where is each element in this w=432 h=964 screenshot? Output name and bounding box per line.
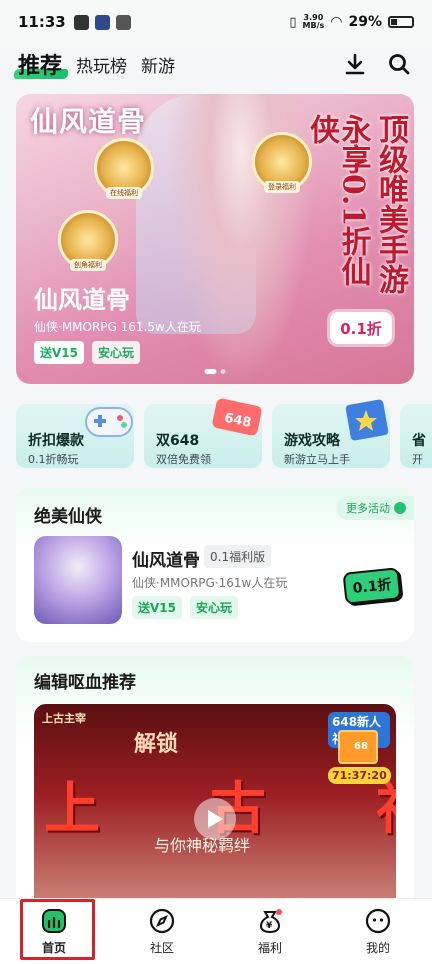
gamepad-icon bbox=[85, 407, 133, 437]
tag-vip: 送V15 bbox=[34, 341, 84, 364]
banner-logo: 仙风道骨 bbox=[30, 105, 147, 138]
game-thumbnail[interactable] bbox=[34, 536, 122, 624]
nav-profile[interactable]: 我的 bbox=[324, 899, 432, 964]
banner-tags: 送V15 安心玩 bbox=[34, 341, 141, 364]
compass-icon bbox=[149, 908, 175, 934]
guide-book-icon bbox=[345, 399, 389, 441]
tab-hot-list[interactable]: 热玩榜 bbox=[76, 52, 127, 77]
quick-entry-title: 双648 bbox=[156, 433, 200, 449]
game-name[interactable]: 仙风道骨 bbox=[132, 546, 200, 571]
quick-entries: 折扣爆款 0.1折畅玩 648 双648 双倍免费领 游戏攻略 新游立马上手 省… bbox=[16, 398, 432, 472]
svg-text:¥: ¥ bbox=[266, 921, 273, 931]
newcomer-gift-widget[interactable]: 648新人礼 68 71:37:20 bbox=[328, 712, 391, 784]
game-version-badge: 0.1福利版 bbox=[204, 545, 272, 568]
gift-count: 68 bbox=[354, 741, 368, 752]
quick-entry-subtitle: 0.1折畅玩 bbox=[28, 453, 79, 466]
banner-discount-button[interactable]: 0.1折 bbox=[330, 312, 392, 344]
tag-vip: 送V15 bbox=[132, 596, 182, 619]
featured-section: 绝美仙侠 更多活动 仙风道骨 0.1福利版 仙侠·MMORPG·161w人在玩 … bbox=[16, 488, 414, 642]
nav-label: 社区 bbox=[149, 941, 174, 955]
medal-label: 登录福利 bbox=[264, 181, 300, 193]
section-title: 编辑呕血推荐 bbox=[34, 673, 136, 693]
quick-entry-subtitle: 新游立马上手 bbox=[284, 453, 350, 466]
medal-label: 创角福利 bbox=[70, 259, 106, 271]
banner-meta: 仙侠·MMORPG 161.5w人在玩 bbox=[34, 320, 201, 334]
game-meta: 仙侠·MMORPG·161w人在玩 bbox=[132, 576, 288, 590]
notification-icon bbox=[73, 14, 89, 30]
carousel-dot bbox=[204, 369, 217, 374]
vibrate-icon: ▯ bbox=[289, 14, 297, 30]
quick-entry-guide[interactable]: 游戏攻略 新游立马上手 bbox=[272, 399, 390, 468]
quick-entry-title: 游戏攻略 bbox=[284, 433, 340, 449]
quick-entry-partial[interactable]: 省 开 bbox=[400, 404, 432, 468]
battery-percent: 29% bbox=[348, 14, 382, 30]
quick-entry-title: 折扣爆款 bbox=[28, 433, 84, 449]
section-title: 绝美仙侠 bbox=[34, 507, 102, 527]
banner-title: 仙风道骨 bbox=[34, 286, 130, 314]
slogan-col: 永享0.1折仙侠 bbox=[304, 114, 371, 287]
more-activities-link[interactable]: 更多活动 bbox=[336, 496, 414, 520]
medal-label: 在线福利 bbox=[106, 187, 142, 199]
banner-slogan: 顶级唯美手游 永享0.1折仙侠 bbox=[304, 114, 408, 314]
net-speed-unit: MB/s bbox=[302, 21, 325, 30]
notification-icon bbox=[115, 14, 131, 30]
quick-entry-title: 省 bbox=[412, 433, 426, 449]
top-nav: 推荐 热玩榜 新游 bbox=[0, 44, 432, 84]
battery-icon bbox=[388, 16, 414, 28]
download-icon[interactable] bbox=[342, 51, 368, 77]
nav-welfare[interactable]: ¥ 福利 bbox=[216, 899, 324, 964]
arrow-right-icon bbox=[394, 502, 406, 514]
game-tags: 送V15 安心玩 bbox=[132, 596, 239, 619]
search-icon[interactable] bbox=[386, 51, 412, 77]
video-logo: 上古主宰 bbox=[42, 712, 86, 725]
gift-box-icon: 68 bbox=[338, 730, 378, 764]
tag-safe: 安心玩 bbox=[92, 341, 141, 364]
nav-community[interactable]: 社区 bbox=[108, 899, 216, 964]
quick-entry-discount[interactable]: 折扣爆款 0.1折畅玩 bbox=[16, 404, 134, 468]
medal-online-bonus: 在线福利 bbox=[94, 138, 154, 199]
wifi-icon: ◠ bbox=[330, 14, 343, 30]
money-bag-icon: ¥ bbox=[259, 909, 282, 934]
tab-new-games[interactable]: 新游 bbox=[141, 52, 175, 77]
tag-safe: 安心玩 bbox=[190, 596, 239, 619]
quick-entry-648[interactable]: 648 双648 双倍免费领 bbox=[144, 398, 262, 468]
coupon-648-icon: 648 bbox=[212, 398, 262, 436]
notification-icon bbox=[94, 14, 110, 30]
play-icon[interactable] bbox=[194, 798, 236, 840]
video-unlock-text: 解锁 bbox=[134, 731, 179, 757]
carousel-dot bbox=[220, 369, 226, 374]
selection-highlight bbox=[20, 899, 95, 960]
carousel-dots bbox=[204, 369, 226, 374]
medal-create-bonus: 创角福利 bbox=[58, 210, 118, 271]
discount-button[interactable]: 0.1折 bbox=[342, 567, 402, 605]
medal-login-bonus: 登录福利 bbox=[252, 132, 312, 193]
hero-banner[interactable]: 仙风道骨 在线福利 登录福利 创角福利 顶级唯美手游 永享0.1折仙侠 仙风道骨… bbox=[16, 94, 414, 384]
status-time: 11:33 bbox=[18, 13, 66, 31]
profile-face-icon bbox=[365, 908, 391, 934]
quick-entry-subtitle: 开 bbox=[412, 453, 423, 466]
tab-recommend[interactable]: 推荐 bbox=[18, 48, 62, 80]
gift-timer: 71:37:20 bbox=[328, 767, 391, 784]
status-bar: 11:33 ▯ 3.90 MB/s ◠ 29% bbox=[0, 0, 432, 44]
nav-label: 我的 bbox=[365, 941, 390, 955]
quick-entry-subtitle: 双倍免费领 bbox=[156, 453, 211, 466]
nav-label: 福利 bbox=[257, 941, 282, 955]
net-speed: 3.90 MB/s bbox=[303, 14, 325, 30]
slogan-col: 顶级唯美手游 bbox=[373, 114, 408, 294]
more-label: 更多活动 bbox=[346, 502, 390, 515]
